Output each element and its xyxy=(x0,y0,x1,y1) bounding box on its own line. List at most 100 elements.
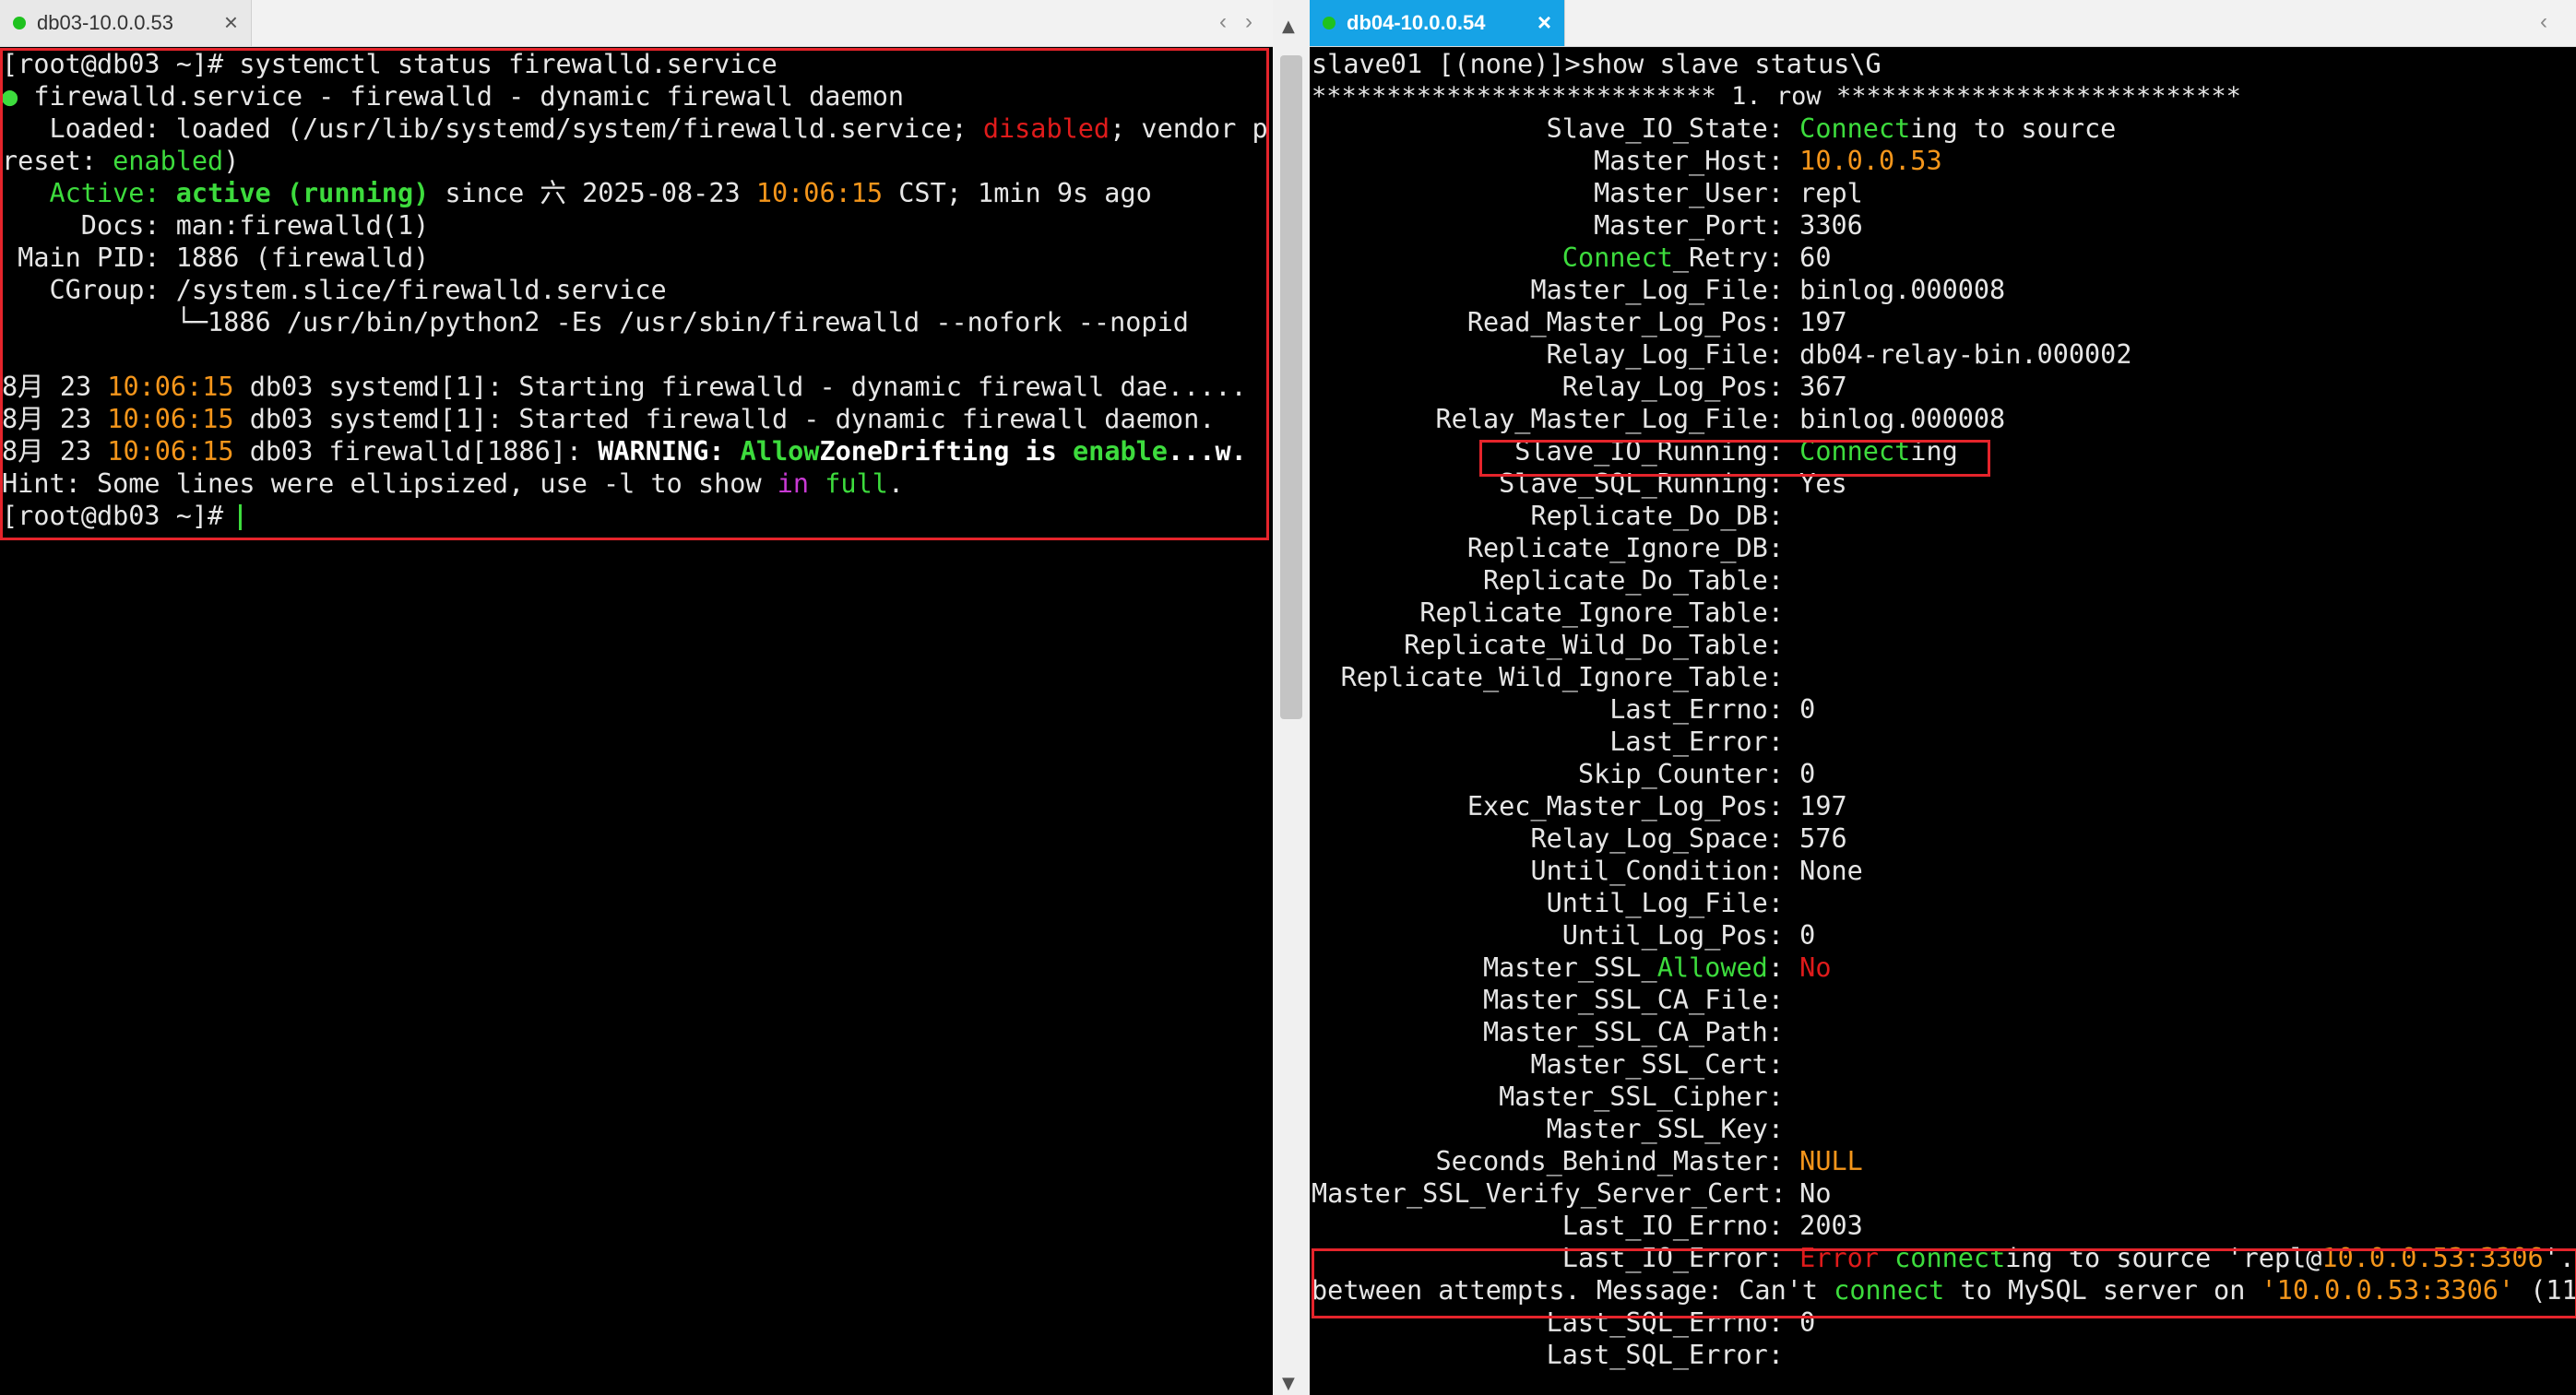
left-terminal-output[interactable]: [root@db03 ~]# systemctl status firewall… xyxy=(0,48,1273,1395)
terminal-line: 8月 23 10:06:15 db03 systemd[1]: Starting… xyxy=(2,372,1247,402)
field-label: Relay_Log_Pos: xyxy=(1561,372,1784,402)
status-field-row: Until_Condition: None xyxy=(1312,855,1863,887)
field-value: db04-relay-bin.000002 xyxy=(1784,339,2132,370)
status-field-row: Master_Host: 10.0.0.53 xyxy=(1312,145,1942,177)
field-label: Last_Errno: xyxy=(1609,694,1784,725)
field-value: Yes xyxy=(1784,468,1847,499)
terminal-line: ● firewalld.service - firewalld - dynami… xyxy=(2,81,905,112)
field-label: Slave_SQL_Running: xyxy=(1499,468,1784,499)
field-label: Exec_Master_Log_Pos: xyxy=(1466,791,1784,822)
field-label: Master_SSL_Key: xyxy=(1546,1114,1784,1144)
field-label: Master_Log_File: xyxy=(1530,275,1784,305)
field-value: 576 xyxy=(1784,823,1847,854)
field-label: Master_SSL_Cert: xyxy=(1530,1049,1784,1080)
terminal-prompt[interactable]: [root@db03 ~]# xyxy=(2,500,243,532)
status-field-row: Master_SSL_Cipher: xyxy=(1312,1081,1784,1113)
status-field-row: Relay_Master_Log_File: binlog.000008 xyxy=(1312,403,2006,435)
chevron-left-icon[interactable]: ‹ xyxy=(1219,9,1227,35)
status-field-row: Master_Port: 3306 xyxy=(1312,209,1863,242)
field-value: No xyxy=(1784,1178,1832,1209)
status-dot-icon: ● xyxy=(2,81,18,112)
field-label: Replicate_Ignore_DB: xyxy=(1466,533,1784,563)
tab-db03[interactable]: db03-10.0.0.53 × xyxy=(0,0,252,46)
left-terminal-pane[interactable]: db03-10.0.0.53 × ‹ › [root@db03 ~]# syst… xyxy=(0,0,1273,1395)
status-field-row: Seconds_Behind_Master: NULL xyxy=(1312,1145,1863,1177)
status-field-row: Replicate_Ignore_DB: xyxy=(1312,532,1784,564)
text-cursor xyxy=(239,504,243,530)
status-field-row: between attempts. Message: Can't connect… xyxy=(1312,1274,2576,1306)
right-terminal-output[interactable]: slave01 [(none)]>show slave status\G ***… xyxy=(1310,48,2576,1395)
scroll-thumb[interactable] xyxy=(1280,55,1302,719)
close-icon[interactable]: × xyxy=(1537,8,1551,37)
field-label: Last_SQL_Errno: xyxy=(1546,1307,1784,1338)
field-value: 0 xyxy=(1784,694,1816,725)
field-label: Last_SQL_Error: xyxy=(1546,1340,1784,1370)
field-value: Connecting to source xyxy=(1799,113,2117,144)
status-field-row: Last_IO_Errno: 2003 xyxy=(1312,1210,1863,1242)
status-field-row: Master_SSL_CA_Path: xyxy=(1312,1016,1784,1048)
field-value: None xyxy=(1784,856,1863,886)
field-value: NULL xyxy=(1799,1146,1863,1176)
status-field-row: Master_SSL_Verify_Server_Cert: No xyxy=(1312,1177,1831,1210)
field-label: Relay_Master_Log_File: xyxy=(1435,404,1785,434)
status-field-row: Replicate_Wild_Ignore_Table: xyxy=(1312,661,1784,693)
field-value: 10.0.0.53 xyxy=(1799,146,1942,176)
terminal-prompt: slave01 [(none)]>show slave status\G xyxy=(1312,49,1882,79)
field-value: 197 xyxy=(1784,307,1847,337)
terminal-line: Docs: man:firewalld(1) xyxy=(2,210,430,241)
field-value: 60 xyxy=(1784,242,1832,273)
chevron-left-icon[interactable]: ‹ xyxy=(2540,9,2547,35)
field-label: Master_Port: xyxy=(1594,210,1784,241)
status-field-row: Last_SQL_Error: xyxy=(1312,1339,1784,1371)
field-value: 0 xyxy=(1784,1307,1816,1338)
right-terminal-pane[interactable]: db04-10.0.0.54 × ‹ slave01 [(none)]>show… xyxy=(1310,0,2576,1395)
scroll-up-icon[interactable]: ▲ xyxy=(1282,17,1295,36)
field-value: 197 xyxy=(1784,791,1847,822)
status-field-row: Last_IO_Error: Error connecting to sourc… xyxy=(1312,1242,2575,1274)
status-dot-icon xyxy=(13,17,26,30)
field-label: Master_SSL_CA_Path: xyxy=(1482,1017,1784,1047)
field-label: Skip_Counter: xyxy=(1577,759,1784,789)
field-value: Connecting xyxy=(1799,436,1958,467)
status-field-row: Slave_IO_State: Connecting to source xyxy=(1312,112,2117,145)
field-label: Replicate_Ignore_Table: xyxy=(1419,597,1784,628)
field-value: between attempts. Message: Can't connect… xyxy=(1312,1275,2576,1306)
right-tab-bar: db04-10.0.0.54 × ‹ xyxy=(1310,0,2576,47)
field-label: Relay_Log_Space: xyxy=(1530,823,1784,854)
status-field-row: Replicate_Do_DB: xyxy=(1312,500,1784,532)
field-label: Master_SSL_CA_File: xyxy=(1482,985,1784,1015)
status-field-row: Replicate_Do_Table: xyxy=(1312,564,1784,597)
terminal-line: Loaded: loaded (/usr/lib/systemd/system/… xyxy=(2,113,1268,144)
field-value: binlog.000008 xyxy=(1784,404,2006,434)
status-field-row: Last_Error: xyxy=(1312,726,1784,758)
close-icon[interactable]: × xyxy=(224,8,238,37)
status-field-row: Until_Log_File: xyxy=(1312,887,1784,919)
scroll-down-icon[interactable]: ▼ xyxy=(1282,1374,1295,1393)
terminal-line: 8月 23 10:06:15 db03 firewalld[1886]: WAR… xyxy=(2,436,1247,467)
status-field-row: Connect_Retry: 60 xyxy=(1312,242,1832,274)
terminal-line: Main PID: 1886 (firewalld) xyxy=(2,242,430,273)
status-field-row: Read_Master_Log_Pos: 197 xyxy=(1312,306,1847,338)
tab-db04[interactable]: db04-10.0.0.54 × xyxy=(1310,0,1565,46)
field-label: Until_Condition: xyxy=(1530,856,1784,886)
status-field-row: Replicate_Ignore_Table: xyxy=(1312,597,1784,629)
terminal-line: Active: active (running) since 六 2025-08… xyxy=(2,178,1152,208)
field-value: 0 xyxy=(1784,759,1816,789)
status-field-row: Master_SSL_Cert: xyxy=(1312,1048,1784,1081)
status-field-row: Skip_Counter: 0 xyxy=(1312,758,1815,790)
chevron-right-icon[interactable]: › xyxy=(1245,9,1252,35)
left-tab-bar: db03-10.0.0.53 × ‹ › xyxy=(0,0,1273,47)
tab-label: db03-10.0.0.53 xyxy=(37,11,174,34)
terminal-line: reset: enabled) xyxy=(2,146,240,176)
field-label: Relay_Log_File: xyxy=(1546,339,1784,370)
status-field-row: Master_SSL_Key: xyxy=(1312,1113,1784,1145)
field-label: Master_Host: xyxy=(1594,146,1784,176)
status-field-row: Relay_Log_Space: 576 xyxy=(1312,822,1847,855)
status-field-row: Replicate_Wild_Do_Table: xyxy=(1312,629,1784,661)
field-label: Replicate_Do_Table: xyxy=(1482,565,1784,596)
tab-label: db04-10.0.0.54 xyxy=(1347,11,1486,34)
left-scrollbar[interactable]: ▲ ▼ xyxy=(1273,0,1310,1395)
field-label: Last_IO_Errno: xyxy=(1561,1211,1784,1241)
status-field-row: Master_Log_File: binlog.000008 xyxy=(1312,274,2005,306)
terminal-line: CGroup: /system.slice/firewalld.service xyxy=(2,275,667,305)
